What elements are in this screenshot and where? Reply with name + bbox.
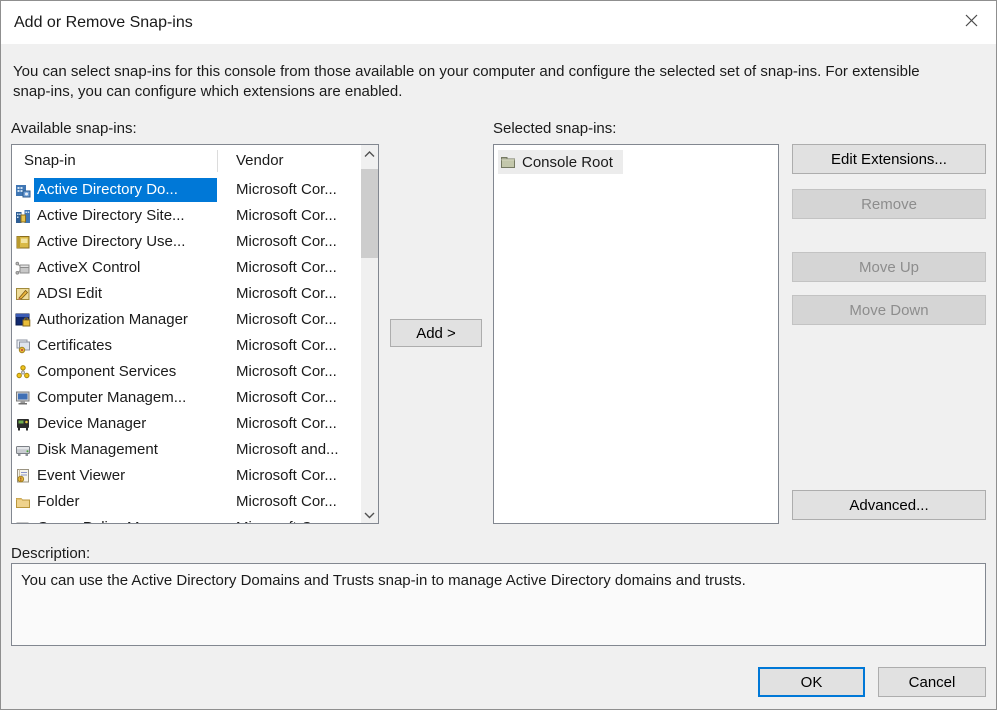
list-item-label: Active Directory Site... — [34, 204, 217, 228]
list-item[interactable]: Active Directory Site... Microsoft Cor..… — [12, 203, 361, 229]
advanced-button[interactable]: Advanced... — [792, 490, 986, 520]
add-button[interactable]: Add > — [390, 319, 482, 347]
list-item-label: Group Policy Man... — [34, 516, 217, 524]
chevron-up-icon — [364, 145, 375, 163]
list-item[interactable]: Active Directory Do... Microsoft Cor... — [12, 177, 361, 203]
list-item-vendor: Microsoft and... — [236, 438, 339, 462]
add-remove-snapins-dialog: Add or Remove Snap-ins You can select sn… — [0, 0, 997, 710]
list-item-label: Active Directory Use... — [34, 230, 217, 254]
chevron-down-icon — [364, 506, 375, 524]
list-item[interactable]: Computer Managem... Microsoft Cor... — [12, 385, 361, 411]
list-item-label: Component Services — [34, 360, 217, 384]
console-root-folder-icon — [500, 154, 516, 170]
column-divider — [217, 150, 218, 172]
dialog-title: Add or Remove Snap-ins — [14, 1, 193, 44]
authorization-manager-icon — [15, 312, 31, 328]
available-snapins-list[interactable]: Snap-in Vendor Active Directory Do... Mi… — [11, 144, 379, 524]
folder-icon — [15, 494, 31, 510]
selected-snapins-list[interactable]: Console Root — [493, 144, 779, 524]
list-item-vendor: Microsoft Cor... — [236, 256, 337, 280]
list-item-vendor: Microsoft Cor... — [236, 308, 337, 332]
list-item-vendor: Microsoft C... — [236, 516, 324, 524]
edit-extensions-button[interactable]: Edit Extensions... — [792, 144, 986, 174]
move-down-button[interactable]: Move Down — [792, 295, 986, 325]
event-viewer-icon — [15, 468, 31, 484]
list-column-header[interactable]: Snap-in Vendor — [12, 145, 378, 177]
list-item[interactable]: Authorization Manager Microsoft Cor... — [12, 307, 361, 333]
list-item-label: Device Manager — [34, 412, 217, 436]
scrollbar-thumb[interactable] — [361, 169, 378, 258]
list-item[interactable]: Component Services Microsoft Cor... — [12, 359, 361, 385]
list-item[interactable]: Folder Microsoft Cor... — [12, 489, 361, 515]
description-label: Description: — [11, 545, 90, 562]
list-item-label: Console Root — [522, 154, 613, 171]
computer-management-icon — [15, 390, 31, 406]
list-item[interactable]: ActiveX Control Microsoft Cor... — [12, 255, 361, 281]
ad-domains-icon — [15, 182, 31, 198]
scroll-up-button[interactable] — [361, 145, 378, 162]
list-item-vendor: Microsoft Cor... — [236, 490, 337, 514]
list-item-label: Disk Management — [34, 438, 217, 462]
list-item-vendor: Microsoft Cor... — [236, 178, 337, 202]
list-item[interactable]: ADSI Edit Microsoft Cor... — [12, 281, 361, 307]
vertical-scrollbar[interactable] — [361, 145, 378, 523]
list-item-vendor: Microsoft Cor... — [236, 230, 337, 254]
activex-icon — [15, 260, 31, 276]
list-item-label: Computer Managem... — [34, 386, 217, 410]
component-services-icon — [15, 364, 31, 380]
list-item-label: Certificates — [34, 334, 217, 358]
list-item-vendor: Microsoft Cor... — [236, 282, 337, 306]
list-item-console-root[interactable]: Console Root — [498, 150, 623, 174]
list-item[interactable]: Disk Management Microsoft and... — [12, 437, 361, 463]
list-item[interactable]: Certificates Microsoft Cor... — [12, 333, 361, 359]
description-text: You can use the Active Directory Domains… — [21, 571, 975, 591]
cancel-button[interactable]: Cancel — [878, 667, 986, 697]
list-item-vendor: Microsoft Cor... — [236, 464, 337, 488]
remove-button[interactable]: Remove — [792, 189, 986, 219]
list-item-vendor: Microsoft Cor... — [236, 360, 337, 384]
title-bar: Add or Remove Snap-ins — [1, 1, 996, 44]
column-header-snapin[interactable]: Snap-in — [24, 145, 76, 177]
disk-management-icon — [15, 442, 31, 458]
available-snapins-label: Available snap-ins: — [11, 120, 137, 137]
list-item[interactable]: Device Manager Microsoft Cor... — [12, 411, 361, 437]
ok-button[interactable]: OK — [758, 667, 865, 697]
list-item-label: ADSI Edit — [34, 282, 217, 306]
list-item-vendor: Microsoft Cor... — [236, 334, 337, 358]
list-item-label: Authorization Manager — [34, 308, 217, 332]
move-up-button[interactable]: Move Up — [792, 252, 986, 282]
list-item[interactable]: Group Policy Man... Microsoft C... — [12, 515, 361, 524]
dialog-instructions: You can select snap-ins for this console… — [13, 62, 937, 102]
description-box: You can use the Active Directory Domains… — [11, 563, 986, 646]
scroll-down-button[interactable] — [361, 506, 378, 523]
available-snapins-rows: Active Directory Do... Microsoft Cor... … — [12, 177, 361, 524]
list-item-label: Event Viewer — [34, 464, 217, 488]
list-item-label: ActiveX Control — [34, 256, 217, 280]
list-item-vendor: Microsoft Cor... — [236, 386, 337, 410]
group-policy-icon — [15, 520, 31, 524]
column-header-vendor[interactable]: Vendor — [236, 145, 284, 177]
adsi-edit-icon — [15, 286, 31, 302]
certificates-icon — [15, 338, 31, 354]
device-manager-icon — [15, 416, 31, 432]
selected-snapins-label: Selected snap-ins: — [493, 120, 616, 137]
list-item[interactable]: Event Viewer Microsoft Cor... — [12, 463, 361, 489]
list-item-label: Active Directory Do... — [34, 178, 217, 202]
ad-sites-icon — [15, 208, 31, 224]
close-button[interactable] — [948, 1, 994, 43]
list-item[interactable]: Active Directory Use... Microsoft Cor... — [12, 229, 361, 255]
list-item-vendor: Microsoft Cor... — [236, 204, 337, 228]
close-icon — [963, 12, 980, 32]
ad-users-icon — [15, 234, 31, 250]
list-item-label: Folder — [34, 490, 217, 514]
list-item-vendor: Microsoft Cor... — [236, 412, 337, 436]
